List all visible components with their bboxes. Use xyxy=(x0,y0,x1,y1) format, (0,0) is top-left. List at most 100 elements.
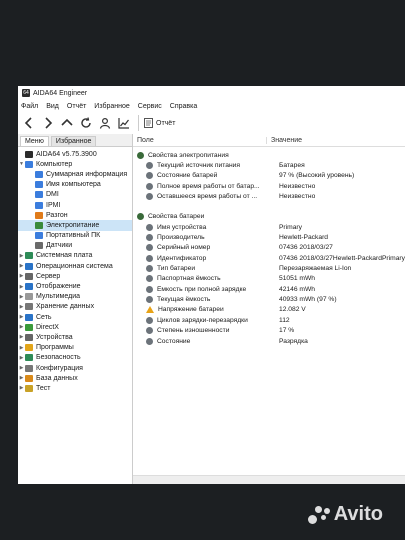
main-body: Меню Избранное AIDA64 v5.75.3900 ▼ Компьют… xyxy=(18,134,405,484)
detail-row[interactable]: Производитель Hewlett-Packard xyxy=(133,232,405,242)
detail-row[interactable]: Циклов зарядки-перезарядки 112 xyxy=(133,315,405,325)
tree-item[interactable]: Электропитание xyxy=(18,220,132,231)
tree-item[interactable]: Разгон xyxy=(18,210,132,220)
detail-row[interactable]: Напряжение батареи 12.082 V xyxy=(133,305,405,315)
menu-view[interactable]: Вид xyxy=(46,103,59,110)
tree-item[interactable]: ▶ Тест xyxy=(18,383,132,393)
tab-favorites[interactable]: Избранное xyxy=(50,136,97,146)
detail-field: Состояние xyxy=(133,337,279,345)
tree-item-label: Суммарная информация xyxy=(46,170,128,178)
menu-file[interactable]: Файл xyxy=(21,103,38,110)
detail-row[interactable]: Серийный номер 07436 2018/03/27 xyxy=(133,243,405,253)
detail-row[interactable]: Имя устройства Primary xyxy=(133,222,405,232)
tree-item[interactable]: ▶ Устройства xyxy=(18,332,132,342)
detail-row[interactable]: Оставшееся время работы от ... Неизвестно xyxy=(133,191,405,201)
tree-item[interactable]: ▶ Конфигурация xyxy=(18,363,132,373)
back-button[interactable] xyxy=(21,115,37,131)
menu-help[interactable]: Справка xyxy=(170,103,197,110)
menu-report[interactable]: Отчёт xyxy=(67,103,86,110)
chevron-right-icon[interactable]: ▶ xyxy=(18,304,25,310)
chevron-right-icon[interactable]: ▶ xyxy=(18,334,25,340)
user-icon xyxy=(99,117,111,129)
detail-value: 112 xyxy=(278,316,290,324)
tree-item[interactable]: Имя компьютера xyxy=(18,180,132,190)
detail-field-label: Имя устройства xyxy=(156,223,207,231)
chevron-right-icon[interactable]: ▶ xyxy=(18,375,25,381)
detail-row[interactable]: Текущая ёмкость 40933 mWh (97 %) xyxy=(133,294,405,304)
laptop-icon xyxy=(35,232,43,240)
chevron-right-icon[interactable]: ▶ xyxy=(18,273,25,279)
tree-item[interactable]: Датчики xyxy=(18,241,132,251)
detail-value: 51051 mWh xyxy=(278,275,316,283)
tree-item[interactable]: Портативный ПК xyxy=(18,231,132,241)
up-button[interactable] xyxy=(59,115,75,131)
detail-row[interactable]: Состояние Разрядка xyxy=(133,336,405,346)
summary-icon xyxy=(35,170,43,178)
chevron-right-icon[interactable]: ▶ xyxy=(18,345,25,351)
tree-item[interactable]: ▶ Отображение xyxy=(18,281,132,291)
forward-button[interactable] xyxy=(40,115,56,131)
detail-row[interactable]: Ёмкость при полной зарядке 42146 mWh xyxy=(133,284,405,294)
detail-row[interactable]: Состояние батарей 97 % (Высокий уровень) xyxy=(133,171,405,181)
detail-row[interactable]: Паспортная ёмкость 51051 mWh xyxy=(133,274,405,284)
chevron-down-icon[interactable]: ▼ xyxy=(18,161,25,167)
tree-item-label: DMI xyxy=(46,191,59,199)
tree-item[interactable]: ▶ DirectX xyxy=(18,322,132,332)
detail-field-label: Полное время работы от батар... xyxy=(156,182,260,190)
security-icon xyxy=(25,354,33,362)
tree-item-label: Безопасность xyxy=(36,354,81,362)
tree-item[interactable]: ▶ Системная плата xyxy=(18,251,132,261)
tab-menu[interactable]: Меню xyxy=(20,136,49,146)
chevron-right-icon[interactable]: ▶ xyxy=(18,365,25,371)
chevron-right-icon[interactable]: ▶ xyxy=(18,263,25,269)
chevron-right-icon[interactable]: ▶ xyxy=(18,385,25,391)
tree-item[interactable]: ▶ Мультимедиа xyxy=(18,292,132,302)
tree-item[interactable]: Суммарная информация xyxy=(18,169,132,179)
detail-field: Паспортная ёмкость xyxy=(133,275,279,283)
display-icon xyxy=(25,283,33,291)
chevron-right-icon[interactable]: ▶ xyxy=(18,314,25,320)
detail-field-label: Состояние батарей xyxy=(156,172,218,180)
tree-item[interactable]: ▶ Программы xyxy=(18,343,132,353)
window-title: AIDA64 Engineer xyxy=(33,89,88,97)
menu-service[interactable]: Сервис xyxy=(138,103,162,110)
user-button[interactable] xyxy=(97,115,113,131)
chevron-right-icon[interactable]: ▶ xyxy=(18,294,25,300)
tree-item[interactable]: ▼ Компьютер xyxy=(18,159,132,169)
detail-value: Неизвестно xyxy=(278,182,316,190)
tree-item[interactable]: IPMI xyxy=(18,200,132,210)
refresh-button[interactable] xyxy=(78,115,94,131)
detail-row[interactable]: Текущий источник питания Батарея xyxy=(133,160,405,170)
tree-item[interactable]: ▶ Сервер xyxy=(18,271,132,281)
menu-favorites[interactable]: Избранное xyxy=(94,103,129,110)
chart-button[interactable] xyxy=(116,115,132,131)
tree-item[interactable]: ▶ База данных xyxy=(18,373,132,383)
chevron-right-icon[interactable]: ▶ xyxy=(18,253,25,259)
report-button[interactable]: Отчёт xyxy=(144,118,175,128)
detail-row[interactable]: Степень изношенности 17 % xyxy=(133,326,405,336)
section-title: Свойства батареи xyxy=(147,213,205,221)
chevron-right-icon[interactable]: ▶ xyxy=(18,324,25,330)
detail-row[interactable]: Тип батареи Перезаряжаемая Li-Ion xyxy=(133,263,405,273)
horizontal-scrollbar[interactable] xyxy=(132,475,405,484)
tree-item[interactable]: ▶ Хранение данных xyxy=(18,302,132,312)
battery-section-icon xyxy=(136,213,144,221)
detail-row[interactable]: Идентификатор 07436 2018/03/27Hewlett-Pac… xyxy=(133,253,405,263)
chevron-right-icon[interactable]: ▶ xyxy=(18,355,25,361)
detail-row[interactable]: Полное время работы от батар... Неизвестн… xyxy=(133,181,405,191)
tree-item[interactable]: ▶ Операционная система xyxy=(18,261,132,271)
tree-item-label: Системная плата xyxy=(36,252,93,260)
sensor-icon xyxy=(35,242,43,250)
tree-item[interactable]: ▶ Безопасность xyxy=(18,353,132,363)
tree-item-label: Сервер xyxy=(36,272,61,280)
detail-field-label: Идентификатор xyxy=(156,254,207,262)
chevron-right-icon[interactable]: ▶ xyxy=(18,284,25,290)
tree-item[interactable]: AIDA64 v5.75.3900 xyxy=(18,149,132,159)
column-field[interactable]: Поле xyxy=(133,136,267,144)
tree-item[interactable]: ▶ Сеть xyxy=(18,312,132,322)
tree-item[interactable]: DMI xyxy=(18,190,132,200)
column-value[interactable]: Значение xyxy=(267,137,302,144)
motherboard-icon xyxy=(25,252,33,260)
section-title: Свойства электропитания xyxy=(147,151,229,159)
storage-icon xyxy=(25,303,33,311)
